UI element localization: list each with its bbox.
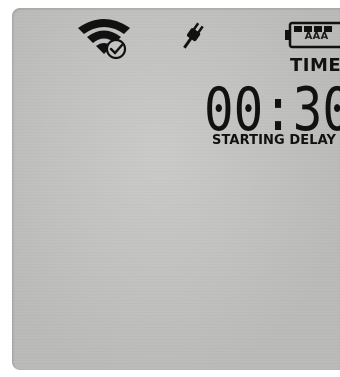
time-label: TIME (290, 55, 340, 76)
plug-icon (183, 22, 204, 49)
battery-type-label: AAA (304, 31, 329, 42)
battery-icon: AAA (282, 20, 340, 50)
starting-delay-label: STARTING DELAY (212, 133, 337, 148)
time-value: 00:30 (204, 78, 340, 136)
lcd-display: AAA TIME 00:30 STARTING DELAY (12, 8, 340, 370)
wifi-check-icon (78, 19, 130, 60)
time-readout: 00:30 (204, 78, 340, 136)
device-frame: AAA TIME 00:30 STARTING DELAY (0, 0, 340, 377)
